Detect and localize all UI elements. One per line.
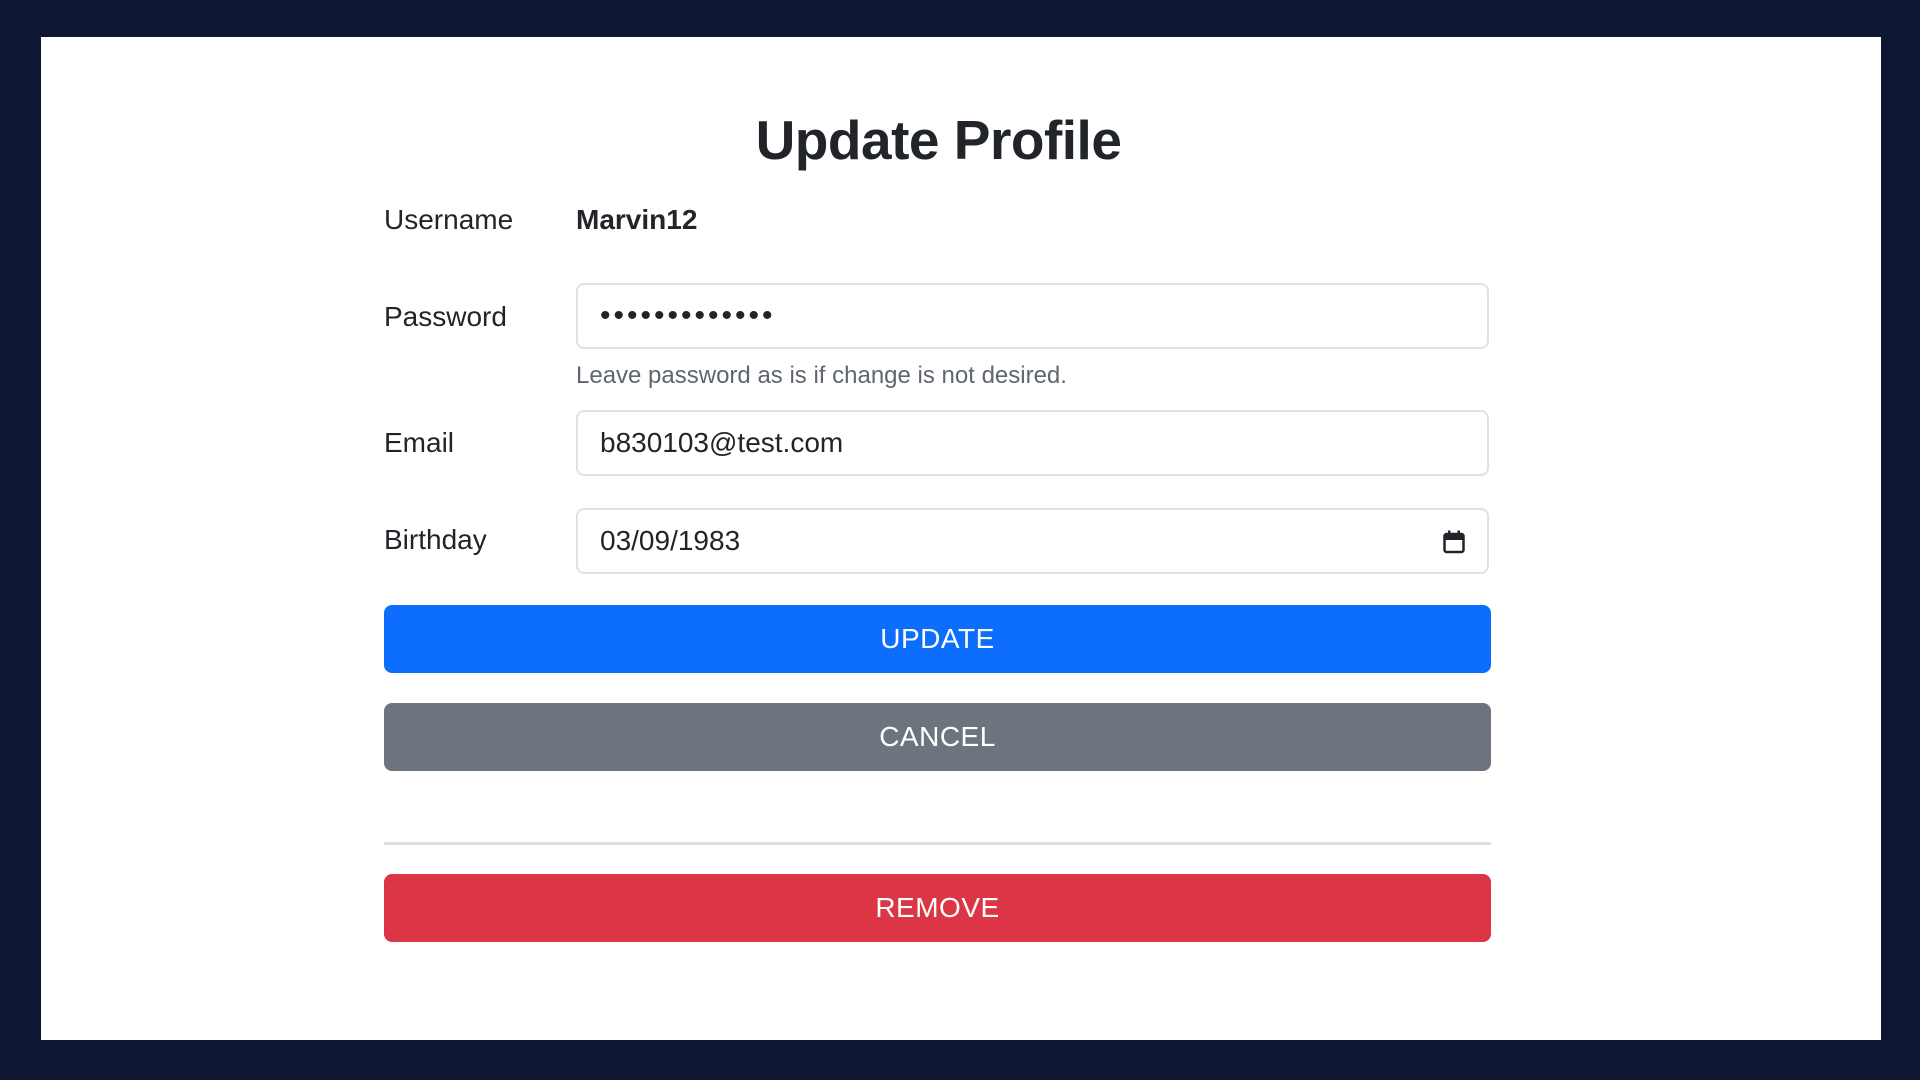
username-value: Marvin12 <box>576 204 698 235</box>
page-title: Update Profile <box>755 109 1122 171</box>
birthday-value: 03/09/1983 <box>600 525 741 556</box>
email-value: b830103@test.com <box>600 427 844 458</box>
divider <box>384 842 1491 845</box>
email-label: Email <box>384 427 455 458</box>
calendar-icon[interactable] <box>1443 529 1465 554</box>
birthday-field[interactable]: 03/09/1983 <box>576 508 1489 574</box>
birthday-label: Birthday <box>384 524 487 555</box>
password-help-text: Leave password as is if change is not de… <box>576 362 1067 389</box>
update-button[interactable]: UPDATE <box>384 605 1491 673</box>
password-label: Password <box>384 301 507 332</box>
password-field[interactable]: ••••••••••••• <box>576 283 1489 349</box>
username-label: Username <box>384 204 514 235</box>
remove-button[interactable]: REMOVE <box>384 874 1491 942</box>
cancel-button[interactable]: CANCEL <box>384 703 1491 771</box>
password-value: ••••••••••••• <box>600 299 776 332</box>
profile-panel: Update Profile Username Marvin12 Passwor… <box>41 37 1881 1040</box>
email-field[interactable]: b830103@test.com <box>576 410 1489 476</box>
